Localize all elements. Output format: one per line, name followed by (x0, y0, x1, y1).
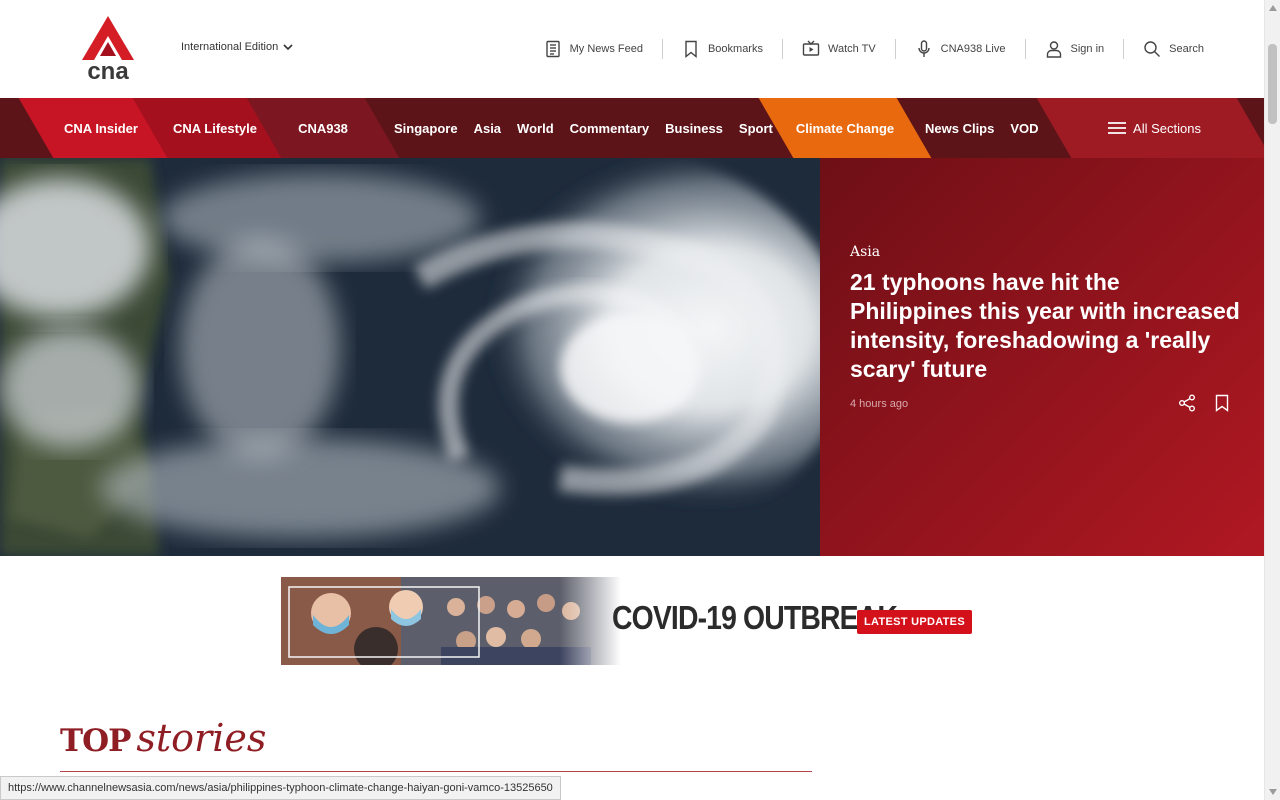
menu-icon (1108, 122, 1127, 134)
user-icon (1046, 41, 1061, 58)
top-stories-divider (60, 771, 812, 772)
nav-cna938[interactable]: CNA938 (264, 98, 382, 158)
tv-icon (802, 40, 820, 56)
nav-section-links: Singapore Asia World Commentary Business… (394, 98, 773, 158)
scroll-up-arrow-icon[interactable] (1265, 0, 1280, 16)
hero-headline[interactable]: 21 typhoons have hit the Philippines thi… (850, 268, 1240, 384)
nav-news-clips[interactable]: News Clips (925, 121, 994, 136)
nav-cna-lifestyle-label: CNA Lifestyle (172, 120, 258, 136)
microphone-icon (917, 40, 930, 57)
nav-world[interactable]: World (517, 121, 554, 136)
my-news-feed-link[interactable]: My News Feed (525, 36, 662, 62)
scrollbar-thumb[interactable] (1268, 44, 1277, 124)
edition-selector[interactable]: International Edition (181, 41, 294, 53)
share-icon[interactable] (1178, 394, 1196, 412)
sign-in-link[interactable]: Sign in (1026, 36, 1124, 62)
hero-story-panel: Asia 21 typhoons have hit the Philippine… (820, 158, 1264, 556)
svg-text:cna: cna (87, 58, 129, 82)
main-navigation: CNA Insider CNA Lifestyle CNA938 Singapo… (0, 98, 1264, 158)
nav-cna-insider-label: CNA Insider (64, 120, 138, 136)
bookmarks-label: Bookmarks (707, 43, 763, 55)
nav-climate-change[interactable]: Climate Change (776, 98, 914, 158)
bookmark-icon[interactable] (1214, 394, 1230, 412)
chevron-down-icon (283, 44, 293, 51)
nav-sport[interactable]: Sport (739, 121, 773, 136)
all-sections-inner: All Sections (1107, 121, 1201, 136)
watch-tv-label: Watch TV (827, 43, 876, 55)
watch-tv-link[interactable]: Watch TV (783, 36, 895, 62)
nav-climate-change-label: Climate Change (795, 120, 895, 136)
nav-more-links: News Clips VOD (925, 98, 1038, 158)
my-news-feed-label: My News Feed (569, 43, 643, 55)
covid-crowd-photo (281, 577, 621, 665)
site-header: cna International Edition My News Feed B… (0, 0, 1264, 98)
utility-nav: My News Feed Bookmarks Watch TV CNA938 L… (525, 36, 1204, 62)
typhoon-satellite-picture (0, 158, 820, 556)
search-label: Search (1169, 43, 1204, 55)
nav-commentary[interactable]: Commentary (570, 121, 649, 136)
search-link[interactable]: Search (1124, 36, 1204, 62)
cna-logo[interactable]: cna (82, 16, 134, 82)
top-stories-word1: TOP (60, 723, 131, 759)
edition-label: International Edition (181, 41, 279, 53)
nav-business[interactable]: Business (665, 121, 723, 136)
all-sections-label: All Sections (1133, 120, 1201, 136)
latest-updates-badge[interactable]: LATEST UPDATES (857, 610, 972, 634)
cna938-live-label: CNA938 Live (940, 43, 1006, 55)
nav-asia[interactable]: Asia (474, 121, 501, 136)
nav-vod[interactable]: VOD (1010, 121, 1038, 136)
all-sections-button[interactable]: All Sections (1054, 98, 1254, 158)
nav-singapore[interactable]: Singapore (394, 121, 458, 136)
newsfeed-icon (545, 40, 560, 58)
bookmarks-link[interactable]: Bookmarks (663, 36, 782, 62)
browser-status-url: https://www.channelnewsasia.com/news/asi… (0, 776, 561, 800)
bookmark-icon (685, 40, 697, 58)
top-stories-word2: stories (136, 716, 267, 760)
scroll-down-arrow-icon[interactable] (1265, 784, 1280, 800)
page-scrollbar[interactable] (1264, 0, 1280, 800)
nav-cna938-label: CNA938 (298, 120, 348, 136)
search-icon (1144, 41, 1161, 57)
covid-banner-title: COVID-19 OUTBREAK (612, 599, 898, 636)
hero-timestamp: 4 hours ago (850, 398, 909, 410)
cna938-live-link[interactable]: CNA938 Live (896, 36, 1025, 62)
sign-in-label: Sign in (1070, 43, 1105, 55)
hero-category[interactable]: Asia (850, 244, 880, 260)
covid-banner[interactable]: COVID-19 OUTBREAK LATEST UPDATES (281, 577, 981, 665)
hero-satellite-image[interactable] (0, 158, 820, 556)
top-stories-heading: TOP stories (60, 716, 266, 760)
